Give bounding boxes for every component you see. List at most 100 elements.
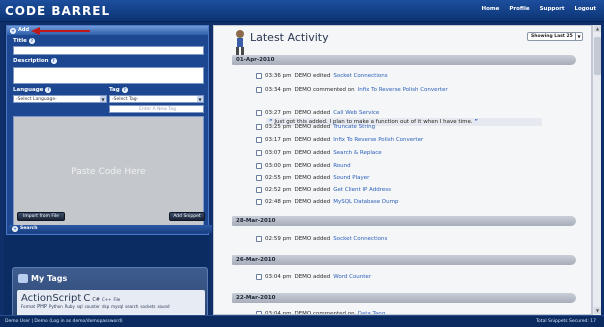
title-label-text: Title bbox=[13, 38, 27, 44]
entry-text: DEMO added bbox=[294, 163, 331, 169]
snippet-link[interactable]: Truncate String bbox=[333, 124, 375, 130]
tag-icon bbox=[18, 274, 28, 283]
entry-text: DEMO added bbox=[294, 236, 331, 242]
snippet-link[interactable]: Infix To Reverse Polish Converter bbox=[333, 137, 423, 143]
nav-profile[interactable]: Profile bbox=[509, 6, 529, 12]
clock-icon bbox=[256, 274, 262, 280]
tag-select-value: -Select Tag- bbox=[112, 97, 139, 102]
tag-link[interactable]: sockets bbox=[140, 304, 155, 309]
new-tag-input[interactable]: Enter A New Tag bbox=[109, 105, 204, 113]
snippet-link[interactable]: Round bbox=[333, 163, 350, 169]
help-icon[interactable]: ? bbox=[45, 87, 52, 93]
clock-icon bbox=[256, 175, 262, 181]
footer-snippet-count: Total Snippets Secured: 17 bbox=[536, 319, 596, 324]
description-label: Description ? bbox=[13, 58, 57, 64]
nav-home[interactable]: Home bbox=[482, 6, 500, 12]
activity-entry: 03:25 pm DEMO added Truncate String bbox=[256, 124, 375, 130]
entry-time: 03:34 pm bbox=[265, 87, 292, 93]
nav-logout[interactable]: Logout bbox=[574, 6, 596, 12]
tag-link[interactable]: mysql bbox=[111, 304, 123, 309]
activity-entry: 02:59 pm DEMO added Socket Connections bbox=[256, 236, 387, 242]
clock-icon bbox=[256, 236, 262, 242]
entry-text: DEMO added bbox=[294, 137, 331, 143]
clock-icon bbox=[256, 124, 262, 130]
tag-link[interactable]: C# bbox=[92, 297, 100, 303]
entry-time: 02:52 pm bbox=[265, 187, 292, 193]
avatar-icon bbox=[236, 30, 244, 56]
scrollbar[interactable]: ▲ ▼ bbox=[592, 25, 601, 315]
tag-label: Tag ? bbox=[109, 87, 128, 93]
clock-icon bbox=[256, 163, 262, 169]
brand-logo[interactable]: CODE BARREL bbox=[5, 4, 110, 18]
language-select[interactable]: -Select Language- ▼ bbox=[13, 95, 107, 103]
annotation-arrow-line bbox=[38, 30, 90, 32]
clock-icon bbox=[256, 110, 262, 116]
tag-link[interactable]: dsp bbox=[102, 304, 109, 309]
snippet-link[interactable]: Word Counter bbox=[333, 274, 371, 280]
search-icon: + bbox=[12, 226, 18, 232]
entry-text: DEMO edited bbox=[294, 73, 331, 79]
entry-time: 03:27 pm bbox=[265, 110, 292, 116]
tag-link[interactable]: Python bbox=[49, 304, 63, 309]
help-icon[interactable]: ? bbox=[50, 58, 57, 64]
search-toggle[interactable]: + Search bbox=[9, 225, 212, 233]
tag-link[interactable]: counter bbox=[85, 304, 100, 309]
scroll-up-icon[interactable]: ▲ bbox=[594, 25, 601, 32]
snippet-link[interactable]: Get Client IP Address bbox=[333, 187, 391, 193]
tag-link[interactable]: search bbox=[125, 304, 138, 309]
add-snippet-box: + Add Title ? Description ? Language ? T… bbox=[6, 25, 212, 235]
snippet-link[interactable]: Call Web Service bbox=[333, 110, 379, 116]
snippet-link[interactable]: Search & Replace bbox=[333, 150, 381, 156]
snippet-link[interactable]: Sound Player bbox=[333, 175, 369, 181]
activity-entry: 03:07 pm DEMO added Search & Replace bbox=[256, 150, 382, 156]
page-title: Latest Activity bbox=[250, 31, 329, 44]
show-last-value: Showing Last 25 bbox=[531, 34, 573, 39]
tag-link[interactable]: ActionScript bbox=[21, 293, 81, 304]
snippet-link[interactable]: Infix To Reverse Polish Converter bbox=[358, 87, 448, 93]
chevron-down-icon: ▼ bbox=[100, 96, 106, 102]
scroll-down-icon[interactable]: ▼ bbox=[594, 307, 601, 314]
help-icon[interactable]: ? bbox=[28, 38, 35, 44]
tag-select[interactable]: -Select Tag- ▼ bbox=[109, 95, 204, 103]
date-header: 28-Mar-2010 bbox=[232, 216, 576, 226]
add-snippet-button[interactable]: Add Snippet bbox=[169, 212, 205, 221]
title-input[interactable] bbox=[13, 46, 204, 55]
snippet-link[interactable]: MySQL Database Dump bbox=[333, 199, 398, 205]
scroll-thumb[interactable] bbox=[594, 37, 601, 75]
clock-icon bbox=[256, 187, 262, 193]
entry-time: 03:04 pm bbox=[265, 274, 292, 280]
code-placeholder: Paste Code Here bbox=[71, 167, 146, 177]
top-nav: Home Profile Support Logout bbox=[482, 6, 596, 12]
import-file-button[interactable]: Import from File bbox=[17, 212, 65, 221]
description-label-text: Description bbox=[13, 58, 49, 64]
nav-support[interactable]: Support bbox=[540, 6, 565, 12]
new-tag-placeholder: Enter A New Tag bbox=[139, 107, 176, 112]
activity-entry: 03:04 pm DEMO added Word Counter bbox=[256, 274, 371, 280]
activity-entry: 03:34 pm DEMO commented on Infix To Revers… bbox=[256, 87, 448, 93]
tag-link[interactable]: PHP bbox=[37, 304, 47, 310]
clock-icon bbox=[256, 87, 262, 93]
footer-user[interactable]: Demo User | Demo (Log in as demo/demopas… bbox=[5, 319, 123, 324]
help-icon[interactable]: ? bbox=[121, 87, 128, 93]
description-input[interactable] bbox=[13, 67, 204, 84]
date-header: 01-Apr-2010 bbox=[232, 55, 576, 65]
entry-text: DEMO added bbox=[294, 175, 331, 181]
add-header-label: Add bbox=[18, 27, 30, 33]
snippet-link[interactable]: Socket Connections bbox=[333, 236, 387, 242]
search-label: Search bbox=[20, 226, 38, 231]
entry-text: DEMO commented on bbox=[294, 87, 355, 93]
quote-close-icon: ” bbox=[474, 119, 478, 125]
tag-link[interactable]: C bbox=[83, 293, 90, 304]
my-tags-title: My Tags bbox=[18, 274, 67, 283]
tag-link[interactable]: Ruby bbox=[65, 304, 75, 309]
annotation-arrow-icon bbox=[31, 27, 40, 35]
snippet-link[interactable]: Socket Connections bbox=[333, 73, 387, 79]
left-panel: + Add Title ? Description ? Language ? T… bbox=[4, 25, 212, 327]
activity-entry: 02:55 pm DEMO added Sound Player bbox=[256, 175, 369, 181]
tag-link[interactable]: C++ bbox=[102, 297, 112, 302]
clock-icon bbox=[256, 73, 262, 79]
date-header: 22-Mar-2010 bbox=[232, 293, 576, 303]
tag-link[interactable]: sound bbox=[157, 304, 169, 309]
tag-link[interactable]: sql bbox=[77, 304, 83, 309]
show-last-select[interactable]: Showing Last 25 ▼ bbox=[527, 32, 583, 41]
